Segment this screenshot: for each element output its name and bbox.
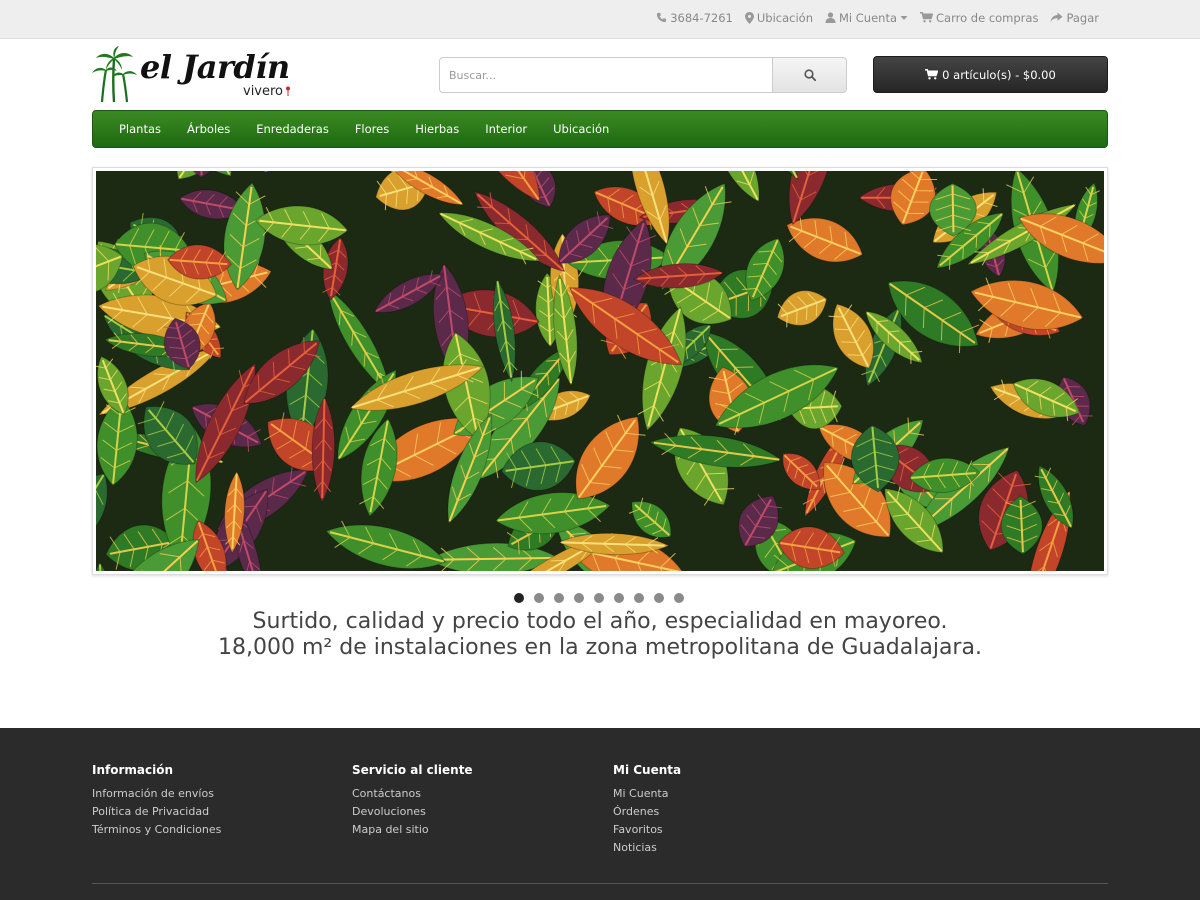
footer-col-info: Información Información de envíos Políti…: [92, 763, 221, 839]
slide-dot[interactable]: [593, 593, 604, 603]
cart-button[interactable]: 0 artículo(s) - $0.00: [873, 56, 1108, 93]
cart-summary: 0 artículo(s) - $0.00: [942, 67, 1056, 82]
nav-item-enredaderas[interactable]: Enredaderas: [243, 122, 342, 136]
slide-dot[interactable]: [513, 593, 524, 603]
slide-dot[interactable]: [653, 593, 664, 603]
account-label: Mi Cuenta: [839, 10, 898, 25]
top-links: 3684-7261 Ubicación Mi Cuenta Carro de c…: [656, 0, 1099, 35]
footer-link[interactable]: Mapa del sitio: [352, 821, 473, 839]
checkout-link[interactable]: Pagar: [1050, 11, 1099, 25]
footer-heading-service: Servicio al cliente: [352, 763, 473, 777]
footer-link[interactable]: Favoritos: [613, 821, 681, 839]
checkout-label: Pagar: [1066, 10, 1099, 25]
main-nav: Plantas Árboles Enredaderas Flores Hierb…: [92, 110, 1108, 148]
site-logo[interactable]: el Jardín vivero: [92, 46, 292, 104]
share-icon: [1050, 12, 1063, 23]
footer-heading-account: Mi Cuenta: [613, 763, 682, 777]
footer-link[interactable]: Términos y Condiciones: [92, 821, 221, 839]
croton-plants-photo: [96, 171, 1104, 571]
user-icon: [825, 12, 836, 23]
footer-heading-info: Información: [92, 763, 174, 777]
logo-subtitle: vivero: [243, 84, 284, 99]
nav-item-ubicacion[interactable]: Ubicación: [540, 122, 622, 136]
footer-link[interactable]: Noticias: [613, 839, 681, 857]
tagline-line-2: 18,000 m² de instalaciones en la zona me…: [218, 635, 982, 660]
shopping-cart-icon: [925, 69, 939, 80]
caret-down-icon: [900, 15, 908, 20]
footer-col-account: Mi Cuenta Mi Cuenta Órdenes Favoritos No…: [613, 763, 681, 857]
palm-trees-icon: [92, 46, 137, 103]
cart-label: Carro de compras: [936, 10, 1039, 25]
nav-item-hierbas[interactable]: Hierbas: [402, 122, 472, 136]
footer-link[interactable]: Devoluciones: [352, 803, 473, 821]
search-button[interactable]: [772, 57, 847, 93]
slide-dot[interactable]: [613, 593, 624, 603]
footer-link[interactable]: Política de Privacidad: [92, 803, 221, 821]
map-marker-icon: [744, 11, 754, 24]
cart-link[interactable]: Carro de compras: [920, 11, 1038, 25]
footer-divider: [92, 883, 1108, 884]
account-dropdown[interactable]: Mi Cuenta: [825, 11, 908, 25]
nav-item-flores[interactable]: Flores: [342, 122, 402, 136]
phone-number: 3684-7261: [670, 10, 733, 25]
slide-dot[interactable]: [553, 593, 564, 603]
nav-item-plantas[interactable]: Plantas: [106, 122, 174, 136]
location-link[interactable]: Ubicación: [744, 10, 813, 25]
search-input[interactable]: [439, 57, 772, 93]
site-footer: Información Información de envíos Políti…: [0, 728, 1200, 900]
top-bar: 3684-7261 Ubicación Mi Cuenta Carro de c…: [0, 0, 1200, 39]
footer-col-service: Servicio al cliente Contáctanos Devoluci…: [352, 763, 473, 839]
slideshow-pagination: [0, 593, 1200, 603]
flower-mark-icon: [286, 86, 290, 96]
phone-icon: [657, 12, 667, 23]
shopping-cart-icon: [920, 12, 934, 23]
search-icon: [803, 69, 816, 81]
nav-item-arboles[interactable]: Árboles: [174, 122, 243, 136]
hero-slideshow[interactable]: [92, 167, 1108, 575]
footer-link[interactable]: Contáctanos: [352, 785, 473, 803]
location-label: Ubicación: [756, 10, 813, 25]
search-bar: [439, 57, 847, 93]
slide-dot[interactable]: [533, 593, 544, 603]
logo-name: el Jardín: [140, 48, 290, 86]
footer-link[interactable]: Mi Cuenta: [613, 785, 681, 803]
slide-dot[interactable]: [673, 593, 684, 603]
phone-link[interactable]: 3684-7261: [656, 11, 733, 25]
footer-link[interactable]: Órdenes: [613, 803, 681, 821]
slide-dot[interactable]: [573, 593, 584, 603]
footer-link[interactable]: Información de envíos: [92, 785, 221, 803]
tagline: Surtido, calidad y precio todo el año, e…: [0, 609, 1200, 661]
tagline-line-1: Surtido, calidad y precio todo el año, e…: [252, 609, 948, 634]
nav-item-interior[interactable]: Interior: [472, 122, 540, 136]
slide-dot[interactable]: [633, 593, 644, 603]
